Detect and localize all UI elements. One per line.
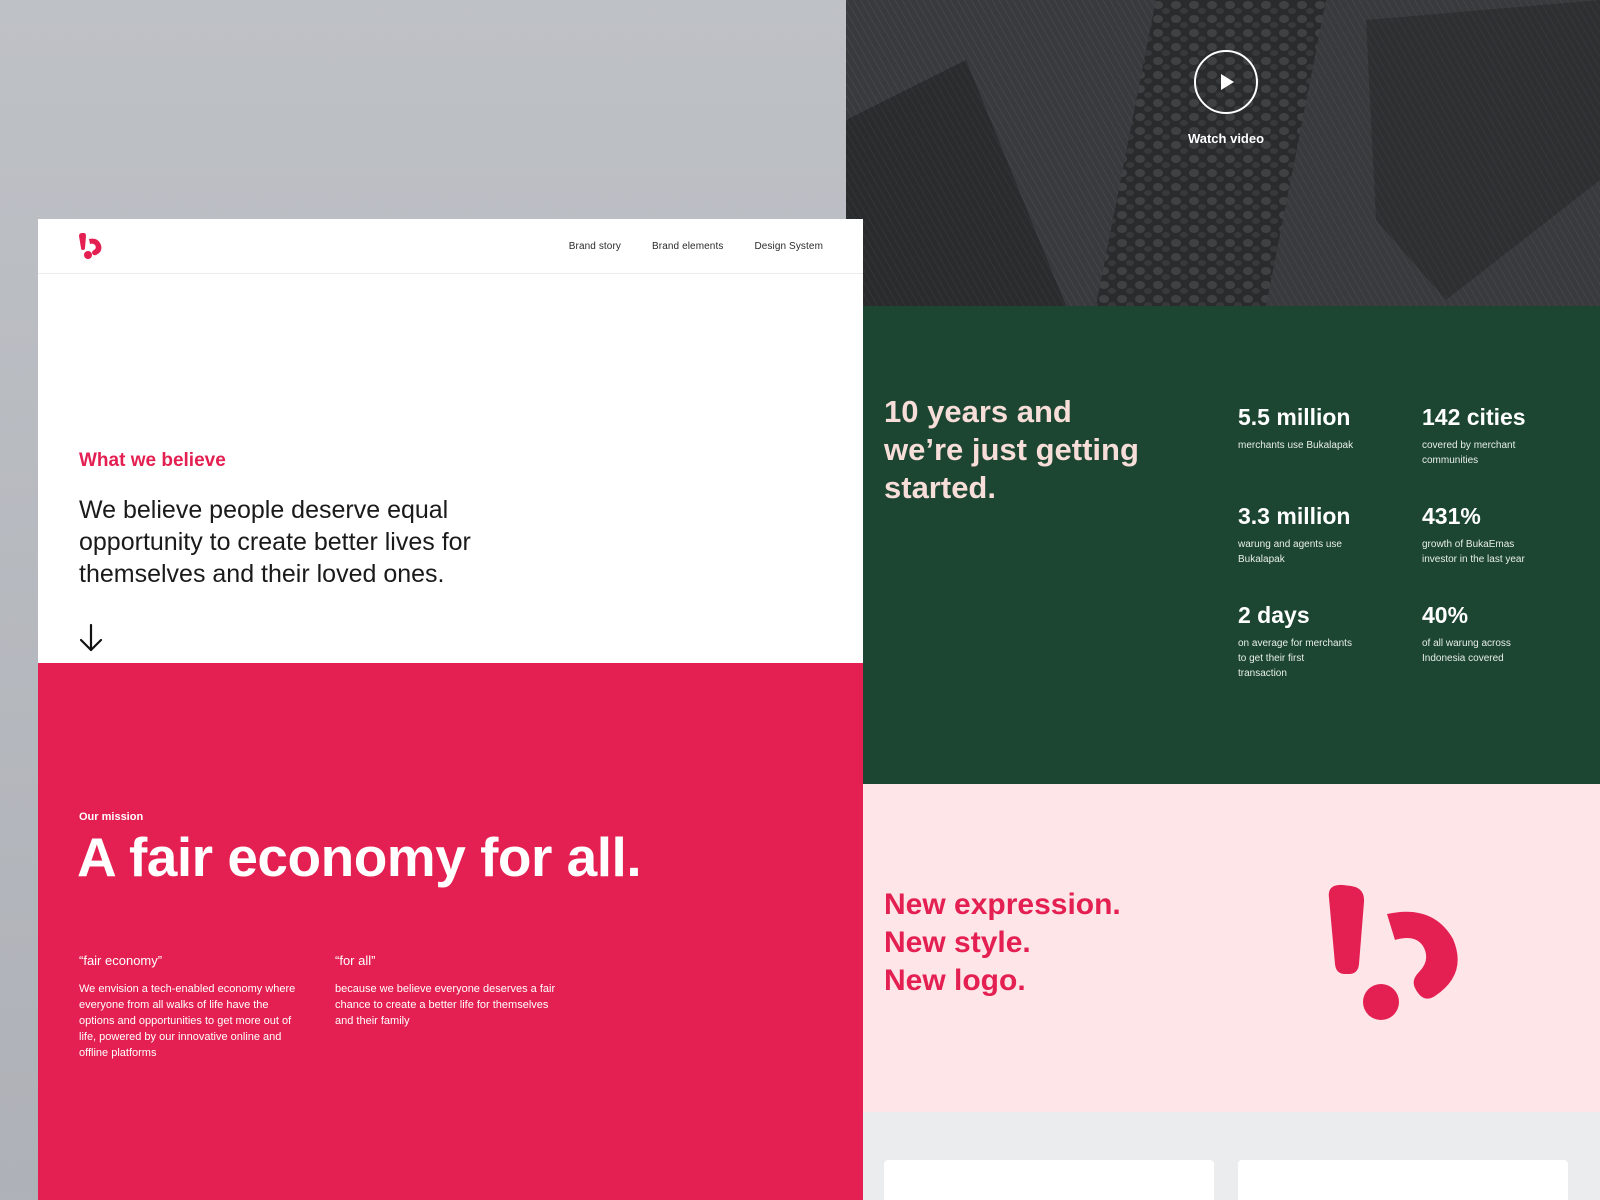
- stat-desc: covered by merchant communities: [1422, 440, 1516, 466]
- play-button[interactable]: [1194, 50, 1258, 114]
- believe-eyebrow: What we believe: [79, 450, 226, 471]
- cards-section: [863, 1112, 1600, 1200]
- stat-merchants: 5.5 million merchants use Bukalapak: [1238, 404, 1408, 453]
- aerial-photo: [846, 0, 1600, 306]
- arrow-down-icon[interactable]: [78, 623, 104, 653]
- watch-video-label[interactable]: Watch video: [1126, 131, 1326, 146]
- newlogo-line-logo: New logo.: [884, 964, 1026, 997]
- stat-days: 2 days on average for merchants to get t…: [1238, 602, 1408, 681]
- newlogo-line-style: New style.: [884, 926, 1031, 959]
- brand-logo-large: [1328, 884, 1458, 1020]
- stat-desc: warung and agents use Bukalapak: [1238, 539, 1342, 565]
- brand-logo[interactable]: [78, 233, 102, 260]
- stats-heading: 10 years and we’re just getting started.: [884, 394, 1139, 505]
- mission-section: Our mission A fair economy for all. “fai…: [38, 663, 863, 1200]
- stat-value: 142 cities: [1422, 404, 1526, 430]
- card[interactable]: [1238, 1160, 1568, 1200]
- card[interactable]: [884, 1160, 1214, 1200]
- nav-design-system[interactable]: Design System: [754, 241, 823, 252]
- video-section: Watch video: [846, 0, 1600, 306]
- pillar-title: “for all”: [335, 953, 376, 968]
- stat-desc: of all warung across Indonesia covered: [1422, 638, 1511, 664]
- stat-warung: 3.3 million warung and agents use Bukala…: [1238, 503, 1408, 567]
- stat-desc: on average for merchants to get their fi…: [1238, 638, 1352, 679]
- stat-value: 2 days: [1238, 602, 1310, 628]
- mission-eyebrow: Our mission: [79, 811, 144, 823]
- pillar-text: We envision a tech-enabled economy where…: [79, 983, 296, 1059]
- main-nav: Brand story Brand elements Design System: [569, 219, 823, 274]
- stat-cities: 142 cities covered by merchant communiti…: [1422, 404, 1592, 468]
- website-panel: Brand story Brand elements Design System…: [38, 219, 863, 1200]
- new-logo-section: New expression. New style. New logo.: [863, 784, 1600, 1112]
- stat-desc: merchants use Bukalapak: [1238, 440, 1354, 451]
- newlogo-line-expression: New expression.: [884, 888, 1121, 921]
- site-header: Brand story Brand elements Design System: [38, 219, 863, 274]
- stat-value: 431%: [1422, 503, 1481, 529]
- play-icon: [1221, 74, 1234, 90]
- pillar-fair-economy: “fair economy” We envision a tech-enable…: [79, 953, 304, 1061]
- stat-value: 5.5 million: [1238, 404, 1351, 430]
- stats-section: 10 years and we’re just getting started.…: [863, 306, 1600, 784]
- nav-brand-elements[interactable]: Brand elements: [652, 241, 723, 252]
- stat-coverage: 40% of all warung across Indonesia cover…: [1422, 602, 1592, 666]
- stat-growth: 431% growth of BukaEmas investor in the …: [1422, 503, 1592, 567]
- stat-desc: growth of BukaEmas investor in the last …: [1422, 539, 1525, 565]
- pillar-for-all: “for all” because we believe everyone de…: [335, 953, 560, 1029]
- believe-statement: We believe people deserve equal opportun…: [79, 496, 471, 588]
- mission-title: A fair economy for all.: [77, 826, 642, 888]
- stat-value: 3.3 million: [1238, 503, 1351, 529]
- stat-value: 40%: [1422, 602, 1469, 628]
- believe-section: What we believe We believe people deserv…: [38, 274, 863, 717]
- pillar-title: “fair economy”: [79, 953, 163, 968]
- pillar-text: because we believe everyone deserves a f…: [335, 983, 556, 1027]
- nav-brand-story[interactable]: Brand story: [569, 241, 621, 252]
